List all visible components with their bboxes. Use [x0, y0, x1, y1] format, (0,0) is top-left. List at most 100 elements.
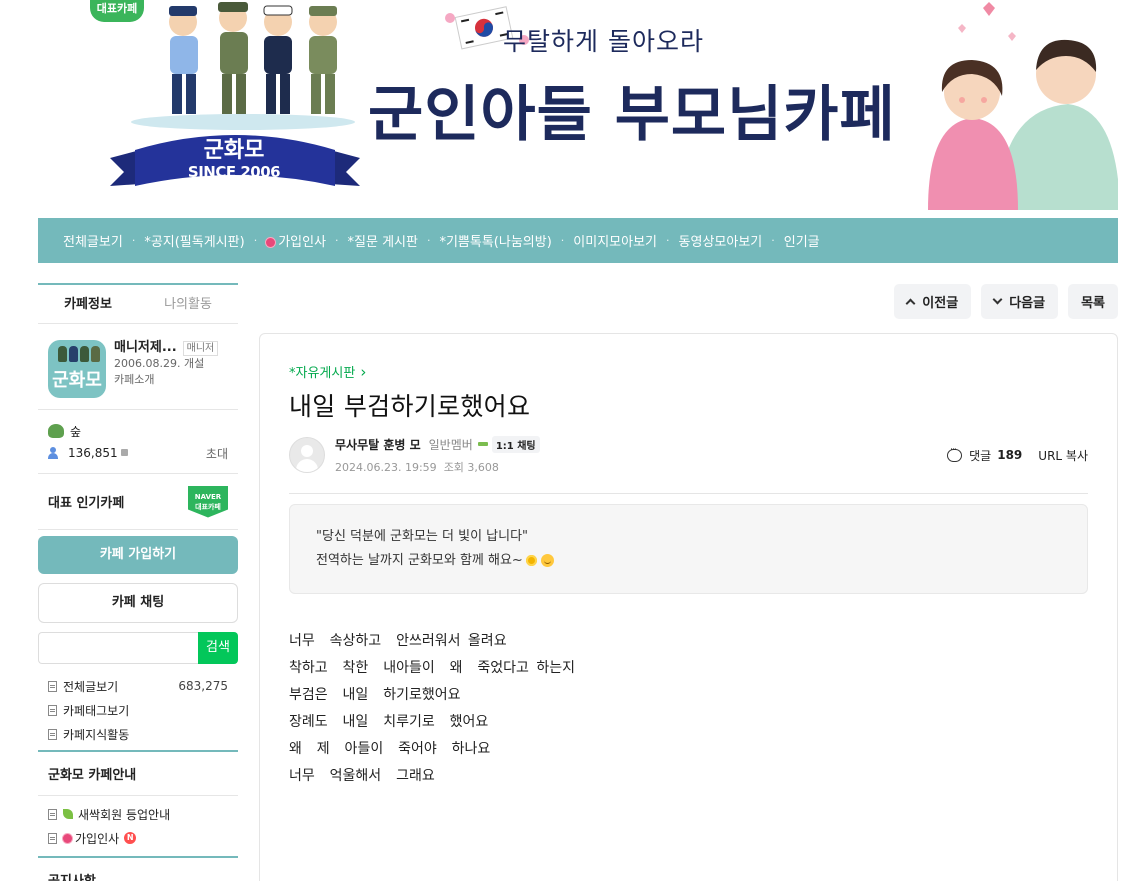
- nav-separator: ·: [426, 234, 431, 247]
- signature-line-1: "당신 덕분에 군화모는 더 빛이 납니다": [316, 529, 529, 544]
- flower-icon: [63, 833, 72, 843]
- cafe-chat-button[interactable]: 카페 채팅: [38, 583, 238, 623]
- sidebar-item-level-guide[interactable]: 새싹회원 등업안내: [48, 802, 228, 826]
- body-line: 부검은 내일 하기로했어요: [289, 687, 461, 703]
- smiley-icon: [540, 554, 554, 567]
- next-post-button[interactable]: 다음글: [981, 284, 1059, 319]
- nav-separator: ·: [335, 234, 339, 247]
- one-to-one-chat-button[interactable]: 1:1 채팅: [491, 435, 540, 453]
- flower-icon: [266, 238, 276, 247]
- parents-illustration: [928, 2, 1118, 210]
- next-post-label: 다음글: [1009, 296, 1046, 311]
- cafe-info-panel: 군화모 매니저제... 매니저 2006.08.29. 개설 카페소개: [38, 324, 238, 410]
- article-panel: *자유게시판 내일 부검하기로했어요 무사무탈 훈병 모 일반멤버 1:1 채팅…: [259, 333, 1118, 881]
- cafe-logo[interactable]: 군화모: [48, 340, 106, 398]
- article-actions: 댓글 189 URL 복사: [947, 445, 1088, 464]
- sidebar-item-label: 새싹회원 등업안내: [78, 807, 171, 822]
- nav-video-gallery[interactable]: 동영상모아보기: [679, 231, 763, 250]
- sidebar-item-label: 카페지식활동: [63, 727, 130, 742]
- cafe-intro-link[interactable]: 카페소개: [114, 372, 218, 388]
- search-button[interactable]: 검색: [198, 632, 238, 664]
- prev-post-label: 이전글: [922, 296, 959, 311]
- total-post-count: 683,275: [178, 679, 228, 693]
- view-count: 조회 3,608: [443, 460, 499, 474]
- sidebar-item-tags[interactable]: 카페태그보기: [48, 698, 228, 722]
- body-line: 너무 억울해서 그래요: [289, 768, 435, 784]
- body-line: 착하고 착한 내아들이 왜 죽었다고 하는지: [289, 660, 576, 676]
- document-icon: [48, 680, 57, 692]
- tag-icon: [48, 704, 57, 716]
- tab-cafe-info[interactable]: 카페정보: [38, 285, 138, 323]
- nav-separator: ·: [666, 234, 670, 247]
- search-input[interactable]: [38, 632, 198, 664]
- member-count[interactable]: 136,851: [68, 446, 118, 460]
- soldier-icon: [80, 346, 89, 362]
- banner-title: 군인아들 부모님카페: [368, 80, 896, 150]
- manager-name[interactable]: 매니저제...: [114, 340, 177, 356]
- chevron-down-icon: [992, 294, 1003, 305]
- author-info: 무사무탈 훈병 모 일반멤버 1:1 채팅 2024.06.23. 19:59 조…: [335, 435, 540, 475]
- author-level: 일반멤버: [428, 437, 473, 452]
- sidebar-item-knowledge[interactable]: 카페지식활동: [48, 722, 228, 746]
- comment-label: 댓글: [969, 448, 992, 463]
- nav-notice[interactable]: *공지(필독게시판): [144, 231, 244, 250]
- nav-separator: ·: [131, 234, 136, 247]
- soldier-icon: [58, 346, 67, 362]
- tab-my-activity[interactable]: 나의활동: [138, 285, 238, 323]
- article-divider: [289, 493, 1088, 494]
- cafe-search: 검색: [38, 632, 238, 664]
- cafe-banner[interactable]: 대표카페 군화모 SINCE 2006 무탈하게 돌아오라 군인아들 부모님카페: [38, 0, 1118, 210]
- article-title: 내일 부검하기로했어요: [289, 392, 531, 421]
- notice-section-title: 공지사항: [38, 858, 238, 881]
- sidebar-tabs: 카페정보 나의활동: [38, 283, 238, 324]
- cafe-signature-box: "당신 덕분에 군화모는 더 빛이 납니다" 전역하는 날까지 군화모와 함께 …: [289, 504, 1088, 594]
- cafe-stats: 숲 136,851 초대: [38, 410, 238, 474]
- prev-post-button[interactable]: 이전글: [894, 284, 972, 319]
- naver-badge-line2: 대표카페: [195, 502, 221, 511]
- body-line: 장례도 내일 치루기로 했어요: [289, 714, 489, 730]
- document-icon: [48, 808, 57, 820]
- soldier-icon: [91, 346, 100, 362]
- sidebar-quick-links: 전체글보기 683,275 카페태그보기 카페지식활동: [38, 664, 238, 752]
- comment-bubble-icon: [947, 445, 963, 462]
- nav-joy-board[interactable]: *기쁨톡톡(나눔의방): [439, 231, 551, 250]
- invite-button[interactable]: 초대: [206, 445, 228, 462]
- nav-image-gallery[interactable]: 이미지모아보기: [573, 231, 657, 250]
- soldiers-illustration: [131, 2, 355, 130]
- representative-cafe-label: 대표 인기카페: [48, 496, 125, 511]
- naver-representative-badge[interactable]: NAVER 대표카페: [188, 485, 228, 518]
- nav-popular[interactable]: 인기글: [784, 231, 820, 250]
- list-button[interactable]: 목록: [1068, 284, 1118, 319]
- author-row: 무사무탈 훈병 모 일반멤버 1:1 채팅 2024.06.23. 19:59 조…: [289, 435, 1088, 475]
- tree-level-icon: [48, 424, 64, 438]
- manager-tag: 매니저: [182, 340, 219, 356]
- sidebar-item-all-posts[interactable]: 전체글보기 683,275: [48, 674, 228, 698]
- author-name[interactable]: 무사무탈 훈병 모: [335, 436, 421, 453]
- sunflower-icon: [525, 555, 537, 566]
- member-level-icon: [477, 442, 488, 446]
- cafe-guide-links: 새싹회원 등업안내 가입인사 N: [38, 796, 238, 858]
- nav-question-board[interactable]: *질문 게시판: [348, 231, 418, 250]
- body-line: 너무 속상하고 안쓰러워서 올려요: [289, 633, 507, 649]
- cafe-level[interactable]: 숲: [70, 423, 81, 440]
- cafe-logo-text: 군화모: [52, 370, 102, 391]
- graduation-cap-icon: [48, 728, 57, 740]
- banner-badge-since: SINCE 2006: [187, 163, 281, 181]
- nav-separator: ·: [560, 234, 565, 247]
- nav-separator: ·: [771, 234, 775, 247]
- avatar[interactable]: [289, 437, 325, 473]
- board-breadcrumb[interactable]: *자유게시판: [289, 362, 366, 381]
- post-date: 2024.06.23. 19:59: [335, 460, 437, 474]
- sprout-icon: [63, 809, 73, 819]
- join-cafe-button[interactable]: 카페 가입하기: [38, 536, 238, 574]
- document-icon: [48, 832, 57, 844]
- nav-join-greeting[interactable]: 가입인사: [266, 231, 326, 250]
- sidebar-item-join-greeting[interactable]: 가입인사 N: [48, 826, 228, 850]
- chevron-up-icon: [905, 298, 916, 309]
- body-line: 왜 제 아들이 죽어야 하나요: [289, 741, 491, 757]
- cafe-opened-date: 2006.08.29. 개설: [114, 357, 205, 370]
- nav-all-posts[interactable]: 전체글보기: [63, 231, 123, 250]
- members-icon: [48, 447, 62, 459]
- url-copy-button[interactable]: URL 복사: [1038, 447, 1088, 464]
- comment-button[interactable]: 댓글 189: [947, 445, 1022, 464]
